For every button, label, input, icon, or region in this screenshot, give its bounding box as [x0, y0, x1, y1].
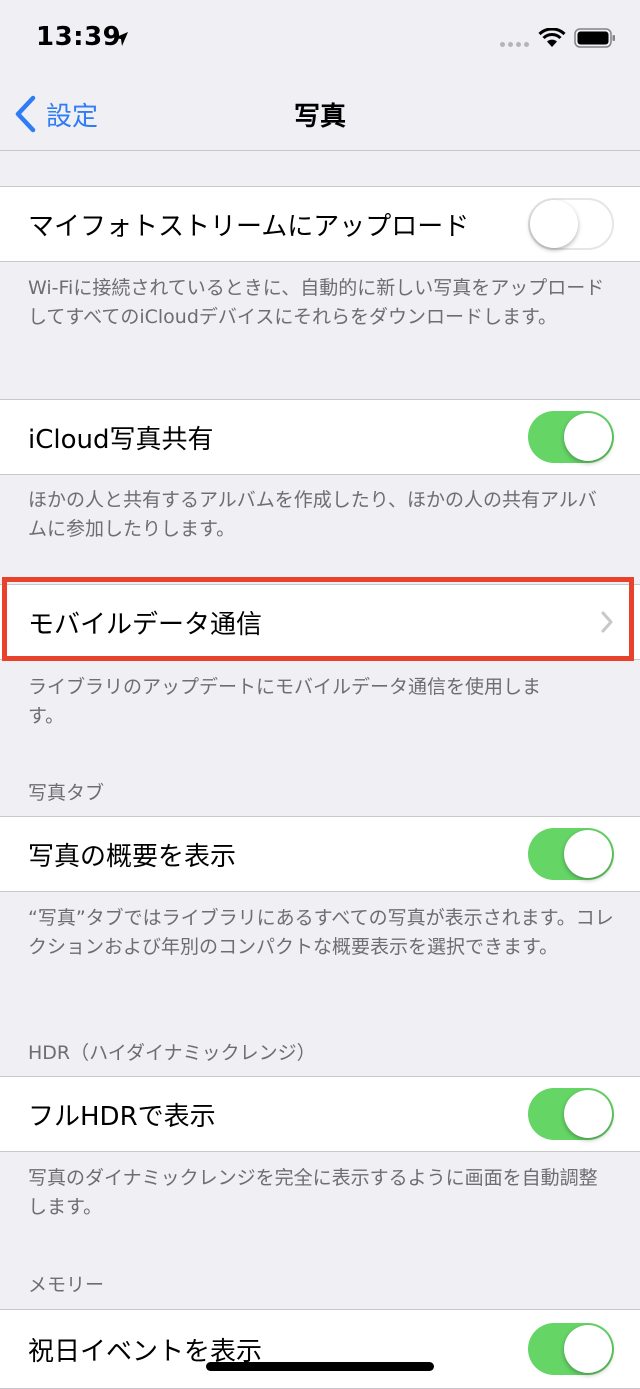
my-photo-stream-label: マイフォトストリームにアップロード	[28, 211, 470, 242]
toggle-knob	[564, 830, 612, 878]
holiday-events-toggle[interactable]	[528, 1323, 614, 1375]
full-hdr-footer: 写真のダイナミックレンジを完全に表示するように画面を自動調整します。	[28, 1167, 598, 1218]
toggle-knob	[530, 200, 578, 248]
my-photo-stream-toggle[interactable]	[528, 198, 614, 250]
holiday-events-row: 祝日イベントを表示	[0, 1309, 640, 1389]
navigation-bar: 設定 写真	[0, 80, 640, 151]
home-indicator	[206, 1362, 434, 1371]
status-bar: 13:39	[0, 0, 640, 80]
icloud-sharing-toggle[interactable]	[528, 411, 614, 463]
battery-icon	[574, 28, 615, 48]
photos-summary-row: 写真の概要を表示	[0, 816, 640, 892]
full-hdr-row: フルHDRで表示	[0, 1076, 640, 1152]
location-arrow-icon	[114, 32, 128, 46]
toggle-knob	[564, 1325, 612, 1373]
my-photo-stream-row: マイフォトストリームにアップロード	[0, 186, 640, 262]
status-time: 13:39	[36, 22, 122, 52]
full-hdr-label: フルHDRで表示	[28, 1101, 216, 1132]
photos-summary-label: 写真の概要を表示	[28, 841, 237, 872]
cellular-data-footer: ライブラリのアップデートにモバイルデータ通信を使用します。	[28, 676, 542, 727]
toggle-knob	[564, 413, 612, 461]
wifi-icon	[538, 28, 566, 47]
photos-summary-footer: “写真”タブではライブラリにあるすべての写真が表示されます。コレクションおよび年…	[28, 907, 614, 958]
page-title: 写真	[293, 102, 346, 132]
toggle-knob	[564, 1090, 612, 1138]
holiday-events-label: 祝日イベントを表示	[28, 1336, 263, 1367]
cellular-data-label: モバイルデータ通信	[28, 609, 263, 640]
photos-tab-header: 写真タブ	[28, 782, 105, 804]
memories-header: メモリー	[28, 1274, 105, 1296]
full-hdr-toggle[interactable]	[528, 1088, 614, 1140]
cellular-data-row[interactable]: モバイルデータ通信	[0, 584, 640, 660]
icloud-sharing-footer: ほかの人と共有するアルバムを作成したり、ほかの人の共有アルバムに参加したりします…	[28, 489, 597, 540]
photos-summary-toggle[interactable]	[528, 828, 614, 880]
hdr-header: HDR（ハイダイナミックレンジ）	[28, 1042, 316, 1064]
cellular-signal-icon	[500, 42, 529, 47]
my-photo-stream-footer: Wi-Fiに接続されているときに、自動的に新しい写真をアップロードしてすべてのi…	[28, 277, 605, 328]
icloud-sharing-row: iCloud写真共有	[0, 399, 640, 475]
icloud-sharing-label: iCloud写真共有	[28, 424, 214, 455]
chevron-right-icon	[601, 611, 613, 633]
